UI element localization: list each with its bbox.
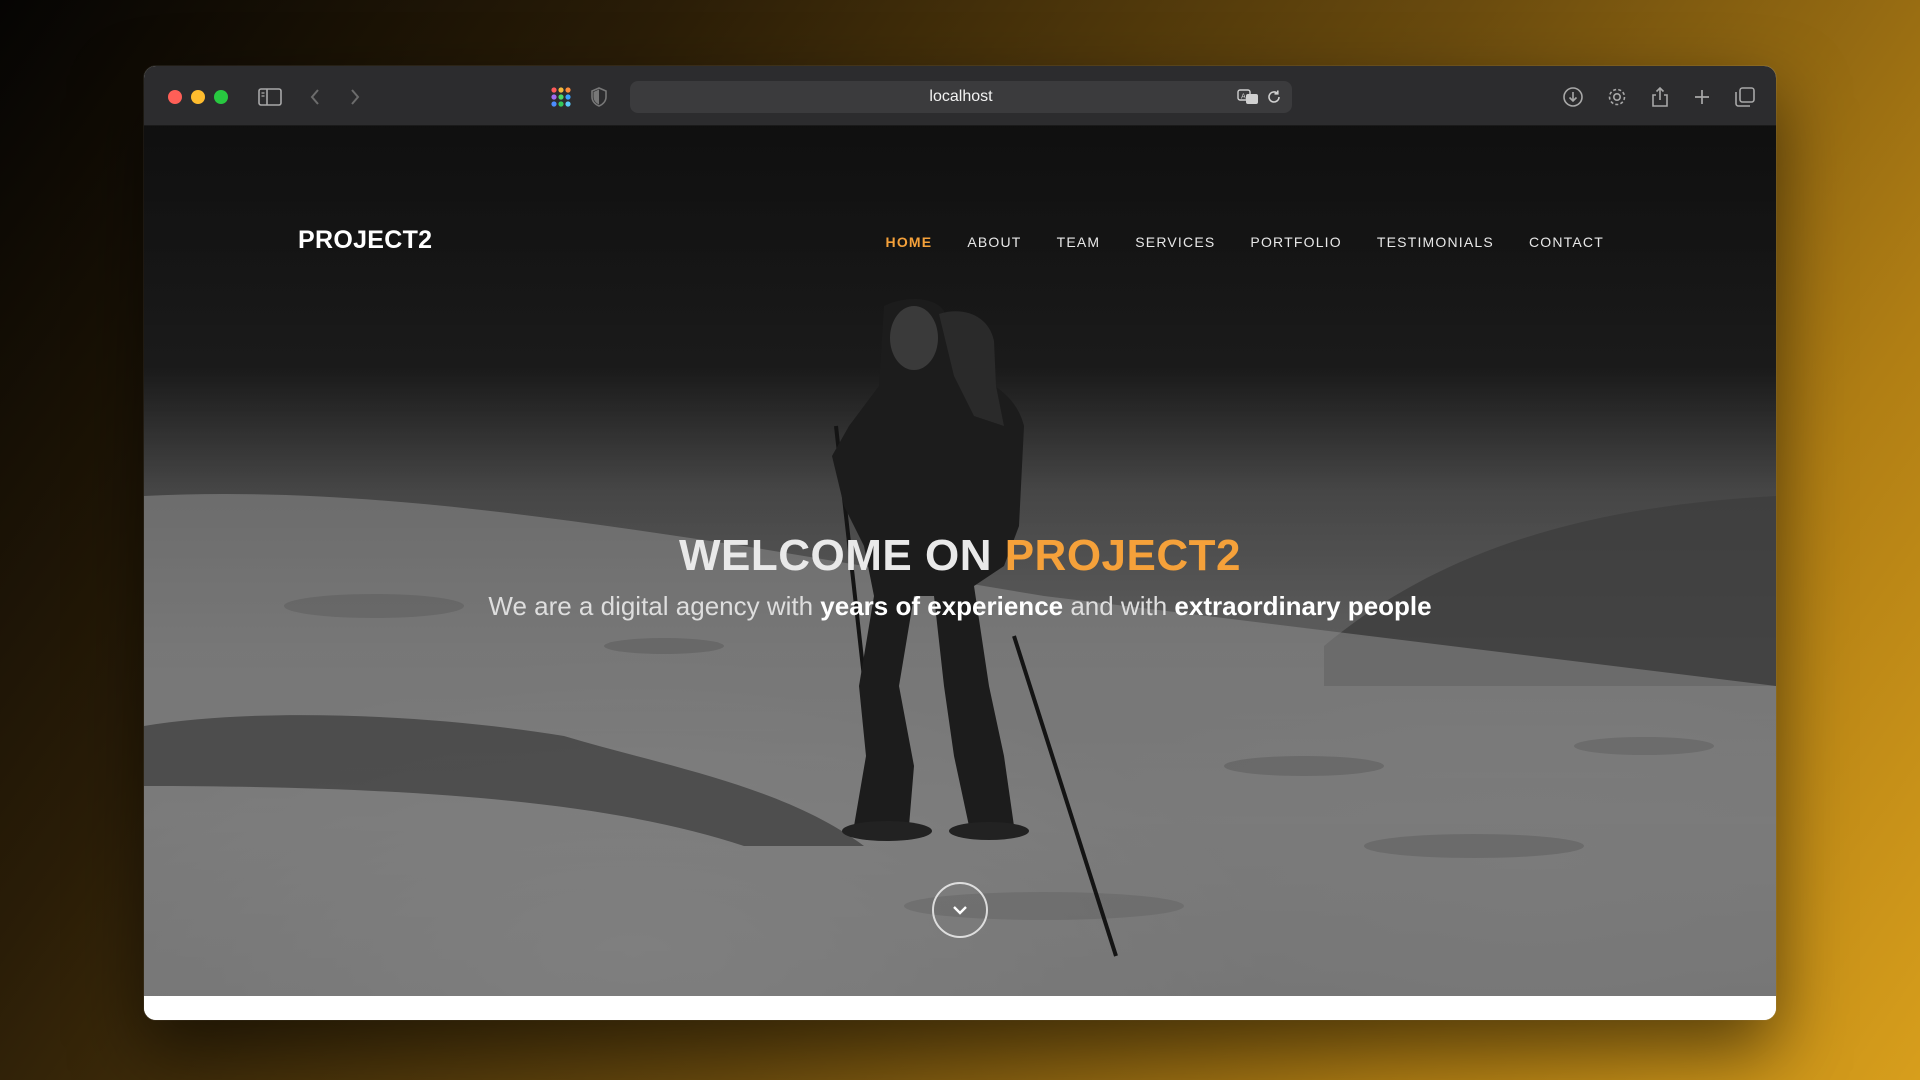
translate-icon[interactable]: A xyxy=(1236,84,1260,110)
scroll-down-button[interactable] xyxy=(932,882,988,938)
back-icon[interactable] xyxy=(304,84,326,110)
hero-subtitle-bold-2: extraordinary people xyxy=(1174,591,1432,621)
nav-item-home[interactable]: HOME xyxy=(886,234,933,250)
site-brand-logo[interactable]: PROJECT2 xyxy=(298,226,432,255)
forward-icon[interactable] xyxy=(344,84,366,110)
sidebar-icon[interactable] xyxy=(256,84,284,110)
zoom-window-button[interactable] xyxy=(214,90,228,104)
nav-item-team[interactable]: TEAM xyxy=(1057,234,1101,250)
shield-icon[interactable] xyxy=(588,84,610,110)
chevron-down-icon xyxy=(953,906,967,915)
minimize-window-button[interactable] xyxy=(191,90,205,104)
svg-text:A: A xyxy=(1241,93,1246,101)
settings-icon[interactable] xyxy=(1604,84,1630,110)
nav-item-contact[interactable]: CONTACT xyxy=(1529,234,1604,250)
hero-title-prefix: WELCOME ON xyxy=(679,531,1005,580)
nav-item-portfolio[interactable]: PORTFOLIO xyxy=(1250,234,1341,250)
url-text[interactable]: localhost xyxy=(630,81,1292,113)
reload-icon[interactable] xyxy=(1264,84,1284,110)
tabs-overview-icon[interactable] xyxy=(1732,84,1758,110)
nav-item-testimonials[interactable]: TESTIMONIALS xyxy=(1377,234,1494,250)
hero-subtitle-bold-1: years of experience xyxy=(820,591,1064,621)
share-icon[interactable] xyxy=(1648,84,1672,110)
download-icon[interactable] xyxy=(1560,84,1586,110)
browser-window: localhost A PROJECT2 HOME ABOUT TEAM SER… xyxy=(144,66,1776,1020)
address-bar[interactable]: localhost A xyxy=(630,81,1292,113)
extensions-grid-icon[interactable] xyxy=(548,84,574,110)
hero-subtitle: We are a digital agency with years of ex… xyxy=(144,591,1776,622)
hero-subtitle-part-2: and with xyxy=(1063,591,1175,621)
hero-title: WELCOME ON PROJECT2 xyxy=(144,531,1776,581)
nav-item-about[interactable]: ABOUT xyxy=(967,234,1021,250)
nav-item-services[interactable]: SERVICES xyxy=(1135,234,1215,250)
browser-toolbar: localhost A xyxy=(144,66,1776,126)
main-nav: HOME ABOUT TEAM SERVICES PORTFOLIO TESTI… xyxy=(851,234,1604,250)
hero-subtitle-part-1: We are a digital agency with xyxy=(488,591,821,621)
hero-title-accent: PROJECT2 xyxy=(1004,531,1241,580)
next-section-edge xyxy=(144,996,1776,1020)
close-window-button[interactable] xyxy=(168,90,182,104)
new-tab-icon[interactable] xyxy=(1690,84,1714,110)
hero-section: PROJECT2 HOME ABOUT TEAM SERVICES PORTFO… xyxy=(144,126,1776,996)
